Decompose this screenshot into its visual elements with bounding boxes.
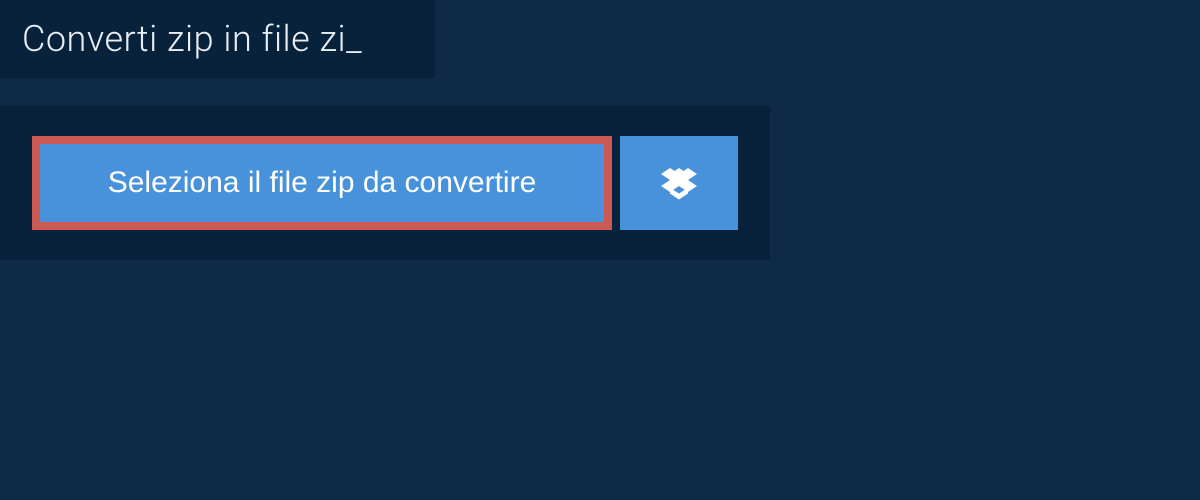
upload-area: Seleziona il file zip da convertire bbox=[0, 106, 770, 260]
select-file-button[interactable]: Seleziona il file zip da convertire bbox=[32, 136, 612, 230]
page-title: Converti zip in file zi_ bbox=[22, 18, 362, 60]
select-file-label: Seleziona il file zip da convertire bbox=[108, 166, 537, 200]
dropbox-icon bbox=[661, 165, 697, 201]
title-bar: Converti zip in file zi_ bbox=[0, 0, 435, 78]
dropbox-button[interactable] bbox=[620, 136, 738, 230]
